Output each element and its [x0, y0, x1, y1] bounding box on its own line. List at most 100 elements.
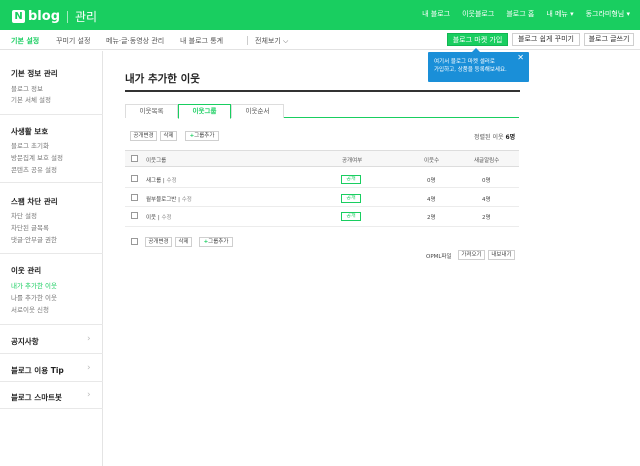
sidebar-divider — [0, 408, 103, 409]
neighbor-count-cell: 2명 — [427, 215, 436, 221]
row-divider — [125, 187, 519, 188]
blog-logo[interactable]: N blog 관리 — [12, 8, 97, 25]
col-group: 이웃그룹 — [146, 158, 167, 164]
view-all-dropdown[interactable]: 전체보기 ⌵ — [255, 36, 288, 46]
neighbor-count-cell: 0명 — [427, 178, 436, 184]
alert-count-cell: 2명 — [482, 215, 491, 221]
row-checkbox[interactable] — [131, 175, 138, 182]
sidebar-title-basic-info: 기본 정보 관리 — [11, 69, 58, 78]
select-all-checkbox-bottom[interactable] — [131, 238, 138, 245]
neighbor-count: 6명 — [505, 134, 516, 141]
easy-decorate-button[interactable]: 블로그 쉽게 꾸미기 — [512, 33, 580, 46]
sidebar-item-usage-tip[interactable]: 블로그 이용 Tip — [11, 365, 64, 376]
alert-count-cell: 0명 — [482, 178, 491, 184]
edit-link[interactable]: 수정 — [167, 178, 177, 184]
table-header — [125, 150, 519, 167]
sidebar-item-content-share[interactable]: 콘텐츠 공유 설정 — [11, 164, 57, 174]
sidebar-item-mutual-request[interactable]: 서로이웃 신청 — [11, 304, 49, 314]
tooltip-tail — [472, 48, 480, 52]
topnav-blog-home[interactable]: 블로그 홈 — [506, 9, 534, 19]
sidebar-item-blocked-posts[interactable]: 차단된 글목록 — [11, 222, 49, 232]
title-underline — [125, 90, 520, 92]
group-name: 이웃 | 수정 — [146, 215, 172, 221]
sidebar-item-font-settings[interactable]: 기본 서체 설정 — [11, 94, 51, 104]
sidebar-title-privacy: 사생활 보호 — [11, 127, 49, 136]
col-alerts: 새글알림수 — [474, 158, 500, 164]
tab-neighbor-list[interactable]: 이웃목록 — [125, 104, 178, 118]
sidebar-title-spam: 스팸 차단 관리 — [11, 197, 58, 206]
delete-button[interactable]: 삭제 — [160, 131, 177, 141]
group-name: 새그룹 | 수정 — [146, 178, 177, 184]
tooltip-line-2: 가입하고, 상품을 등록해보세요. — [434, 67, 507, 73]
public-change-button-bottom[interactable]: 공개변경 — [145, 237, 172, 247]
add-group-button[interactable]: +그룹추가 — [185, 131, 219, 141]
topnav-user-menu[interactable]: 동그라미형님 ▾ — [586, 9, 630, 19]
tab-basic-settings[interactable]: 기본 설정 — [11, 36, 39, 46]
row-checkbox[interactable] — [131, 212, 138, 219]
neighbor-tabs: 이웃목록 이웃그룹 이웃순서 — [125, 104, 519, 119]
edit-link[interactable]: 수정 — [182, 197, 192, 203]
naver-n-icon: N — [12, 10, 25, 23]
admin-label: 관리 — [75, 10, 98, 24]
public-badge[interactable]: 공개 — [341, 194, 361, 203]
chevron-right-icon: › — [87, 363, 91, 373]
sidebar-item-comment-permission[interactable]: 댓글·안부글 권한 — [11, 234, 57, 244]
row-divider — [125, 206, 519, 207]
opml-label: OPML파일 — [426, 254, 452, 260]
topnav-my-menu[interactable]: 내 메뉴 ▾ — [546, 9, 573, 19]
sidebar-title-neighbors: 이웃 관리 — [11, 266, 42, 275]
top-bar: N blog 관리 내 블로그 이웃블로그 블로그 홈 내 메뉴 ▾ 동그라미형… — [0, 0, 640, 30]
row-checkbox[interactable] — [131, 194, 138, 201]
chevron-right-icon: › — [87, 334, 91, 344]
sidebar-divider — [0, 114, 103, 115]
tab-blog-stats[interactable]: 내 블로그 통계 — [180, 36, 223, 46]
public-badge[interactable]: 공개 — [341, 175, 361, 184]
sidebar-item-my-added-neighbors[interactable]: 내가 추가한 이웃 — [11, 280, 57, 290]
topnav-my-blog[interactable]: 내 블로그 — [422, 9, 450, 19]
group-name: 월부블로그반 | 수정 — [146, 197, 192, 203]
sidebar-divider — [0, 182, 103, 183]
sidebar-item-neighbors-added-me[interactable]: 나를 추가한 이웃 — [11, 292, 57, 302]
logo-divider — [67, 10, 68, 23]
sidebar-item-blog-info[interactable]: 블로그 정보 — [11, 83, 43, 93]
write-post-button[interactable]: 블로그 글쓰기 — [584, 33, 634, 46]
public-badge[interactable]: 공개 — [341, 212, 361, 221]
sidebar-item-block-settings[interactable]: 차단 설정 — [11, 210, 37, 220]
sidebar-divider — [0, 353, 103, 354]
public-change-button[interactable]: 공개변경 — [130, 131, 157, 141]
subnav-divider — [247, 36, 248, 45]
col-public: 공개여부 — [342, 158, 363, 164]
chevron-right-icon: › — [87, 390, 91, 400]
top-nav: 내 블로그 이웃블로그 블로그 홈 내 메뉴 ▾ 동그라미형님 ▾ — [410, 9, 630, 19]
sidebar-item-blog-reset[interactable]: 블로그 초기화 — [11, 140, 49, 150]
alert-count-cell: 4명 — [482, 197, 491, 203]
sidebar-divider — [0, 253, 103, 254]
tab-neighbor-order[interactable]: 이웃순서 — [231, 104, 284, 118]
tab-neighbor-groups[interactable]: 이웃그룹 — [178, 104, 231, 119]
sidebar-item-visit-protect[interactable]: 방문집계 보호 설정 — [11, 152, 63, 162]
col-count: 이웃수 — [424, 158, 440, 164]
blog-wordmark: blog — [28, 9, 60, 24]
opml-export-button[interactable]: 내보내기 — [488, 250, 515, 260]
sidebar-item-notice[interactable]: 공지사항 — [11, 336, 39, 347]
neighbor-summary: 정렬된 이웃 6명 — [474, 134, 516, 141]
delete-button-bottom[interactable]: 삭제 — [175, 237, 192, 247]
table-bottom-border — [125, 226, 519, 227]
close-icon[interactable]: ✕ — [517, 54, 524, 62]
add-group-button-bottom[interactable]: +그룹추가 — [199, 237, 233, 247]
select-all-checkbox[interactable] — [131, 155, 138, 162]
sidebar-item-smartbot[interactable]: 블로그 스마트봇 — [11, 392, 62, 403]
topnav-neighbor-blog[interactable]: 이웃블로그 — [462, 9, 494, 19]
sidebar-divider — [0, 381, 103, 382]
opml-import-button[interactable]: 가져오기 — [458, 250, 485, 260]
tab-menu-post-video[interactable]: 메뉴·글·동영상 관리 — [106, 36, 164, 46]
sidebar-divider — [0, 324, 103, 325]
tab-decorate-settings[interactable]: 꾸미기 설정 — [56, 36, 90, 46]
neighbor-count-cell: 4명 — [427, 197, 436, 203]
sidebar: 기본 정보 관리 블로그 정보 기본 서체 설정 사생활 보호 블로그 초기화 … — [0, 51, 103, 466]
blog-market-join-button[interactable]: 블로그 마켓 가입 — [447, 33, 508, 46]
tooltip-line-1: 여기서 블로그 마켓 셀러로 — [434, 59, 495, 65]
page-title: 내가 추가한 이웃 — [125, 73, 200, 85]
market-tooltip: ✕ 여기서 블로그 마켓 셀러로 가입하고, 상품을 등록해보세요. — [428, 48, 529, 82]
edit-link[interactable]: 수정 — [161, 215, 171, 221]
